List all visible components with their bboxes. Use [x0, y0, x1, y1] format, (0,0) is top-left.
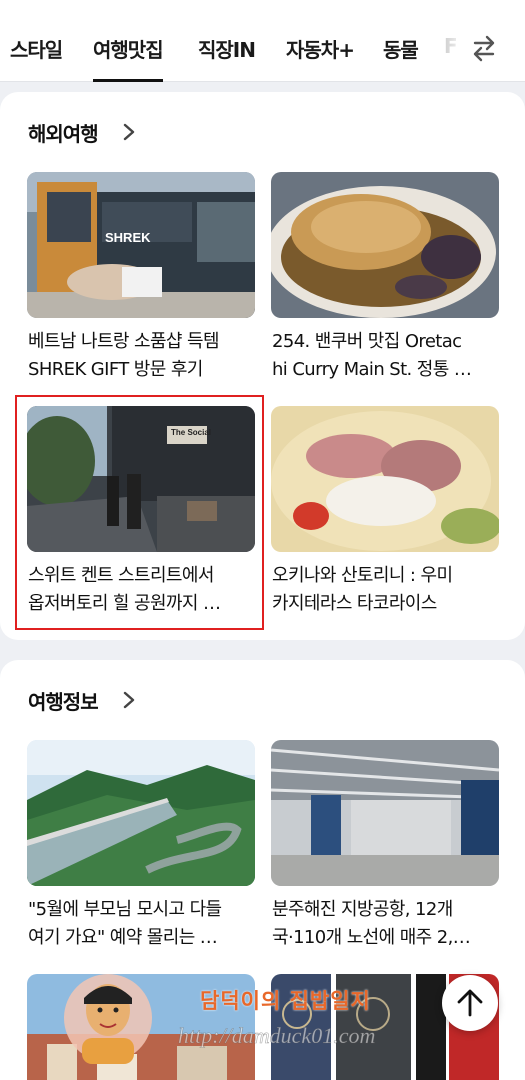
blogger-avatar	[64, 974, 152, 1064]
caption-line-2: 카지테라스 타코라이스	[272, 593, 437, 614]
caption-line-2: 국·110개 노선에 매주 2,…	[272, 927, 471, 948]
tab-animals[interactable]: 동물	[383, 34, 419, 63]
caption-line-1: "5월에 부모님 모시고 다들	[28, 899, 222, 920]
tab-travel-food[interactable]: 여행맛집	[93, 34, 164, 82]
article-title-airport[interactable]: 분주해진 지방공항, 12개 국·110개 노선에 매주 2,…	[272, 896, 504, 952]
article-title-kent-street[interactable]: 스위트 켄트 스트리트에서 옵저버토리 힐 공원까지 …	[28, 562, 260, 618]
thumb-skywalk[interactable]	[27, 740, 255, 886]
tab-cars[interactable]: 자동차+	[286, 34, 355, 63]
caption-line-1: 스위트 켄트 스트리트에서	[28, 565, 214, 586]
caption-line-2: hi Curry Main St. 정통 …	[272, 359, 472, 380]
arrow-up-icon	[457, 989, 483, 1017]
caption-line-1: 베트남 나트랑 소품샵 득템	[28, 331, 220, 352]
article-title-taco-rice[interactable]: 오키나와 산토리니 : 우미 카지테라스 타코라이스	[272, 562, 504, 618]
street-photo	[27, 406, 255, 552]
chevron-right-icon[interactable]	[122, 690, 136, 710]
cafe-sign: The Social	[171, 428, 212, 437]
article-title-parents-trip[interactable]: "5월에 부모님 모시고 다들 여기 가요" 예약 몰리는 …	[28, 896, 260, 952]
thumb-taco-rice[interactable]	[271, 406, 499, 552]
caption-line-1: 분주해진 지방공항, 12개	[272, 899, 453, 920]
article-title-curry[interactable]: 254. 밴쿠버 맛집 Oretac hi Curry Main St. 정통 …	[272, 328, 504, 384]
shop-photo	[27, 172, 255, 318]
section-title-travel-info[interactable]: 여행정보	[28, 686, 99, 715]
thumb-shrek-shop[interactable]: SHREK	[27, 172, 255, 318]
tab-style[interactable]: 스타일	[10, 34, 63, 63]
article-title-shrek[interactable]: 베트남 나트랑 소품샵 득템 SHREK GIFT 방문 후기	[28, 328, 260, 384]
thumb-airport[interactable]	[271, 740, 499, 886]
section-title-overseas[interactable]: 해외여행	[28, 118, 99, 147]
thumb-kent-street[interactable]: The Social	[27, 406, 255, 552]
taco-rice-photo	[271, 406, 499, 552]
caption-line-2: 옵저버토리 힐 공원까지 …	[28, 593, 221, 614]
tab-work[interactable]: 직장IN	[198, 34, 256, 63]
thumb-curry[interactable]	[271, 172, 499, 318]
airport-photo	[271, 740, 499, 886]
scroll-top-button[interactable]	[442, 975, 498, 1031]
skywalk-photo	[27, 740, 255, 886]
shop-sign: SHREK	[105, 230, 151, 245]
caption-line-2: 여기 가요" 예약 몰리는 …	[28, 927, 218, 948]
caption-line-2: SHREK GIFT 방문 후기	[28, 359, 203, 380]
category-tab-bar: 스타일 여행맛집 직장IN 자동차+ 동물 F	[0, 0, 525, 82]
caption-line-1: 254. 밴쿠버 맛집 Oretac	[272, 331, 462, 352]
overseas-travel-section: 해외여행 SHREK 베트남 나트랑 소품샵 득템 SHREK GIFT 방문 …	[0, 92, 525, 640]
swap-arrows-icon[interactable]	[469, 33, 499, 63]
chevron-right-icon[interactable]	[122, 122, 136, 142]
curry-photo	[271, 172, 499, 318]
caption-line-1: 오키나와 산토리니 : 우미	[272, 565, 453, 586]
